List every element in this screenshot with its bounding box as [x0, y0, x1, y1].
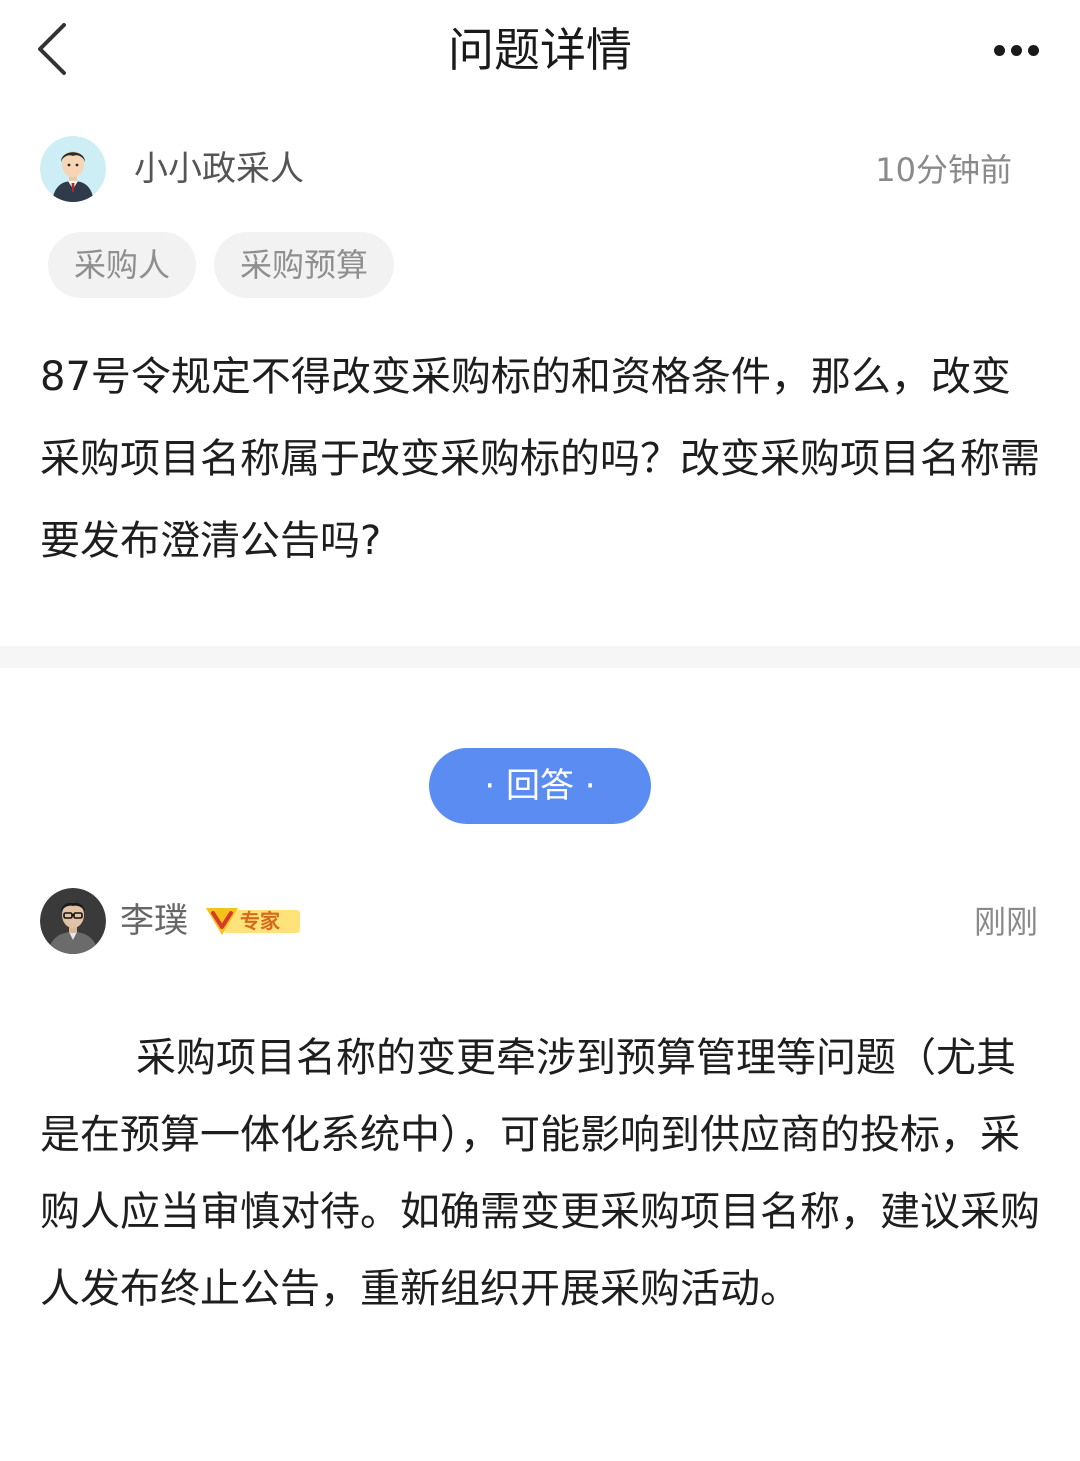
more-options-button[interactable] — [988, 30, 1044, 70]
tag-chip[interactable]: 采购人 — [48, 232, 197, 298]
user-avatar-icon — [40, 136, 106, 202]
top-navigation-bar: 问题详情 — [0, 0, 1080, 100]
tag-chip[interactable]: 采购预算 — [214, 232, 395, 298]
answer-section-label[interactable]: · 回答 · — [429, 748, 651, 824]
user-avatar-icon — [40, 888, 106, 954]
question-timestamp: 10分钟前 — [875, 151, 1012, 189]
more-dot-icon — [1027, 44, 1039, 56]
question-text: 87号令规定不得改变采购标的和资格条件，那么，改变采购项目名称属于改变采购标的吗… — [40, 354, 1040, 564]
question-author-row: 小小政采人 10分钟前 — [40, 136, 1040, 202]
answerer-avatar[interactable] — [40, 888, 106, 954]
section-divider — [0, 646, 1080, 668]
asker-name[interactable]: 小小政采人 — [134, 146, 304, 192]
question-tags: 采购人 采购预算 — [48, 232, 395, 298]
page-title: 问题详情 — [448, 23, 632, 77]
expert-badge: 专家 — [204, 905, 302, 937]
expert-label: 专家 — [240, 909, 280, 933]
answer-timestamp: 刚刚 — [973, 903, 1038, 941]
more-dot-icon — [993, 44, 1005, 56]
answer-author-row: 李璞 专家 刚刚 — [40, 888, 1040, 954]
more-dot-icon — [1010, 44, 1022, 56]
asker-avatar[interactable] — [40, 136, 106, 202]
answerer-name[interactable]: 李璞 — [120, 898, 188, 944]
answer-text: 采购项目名称的变更牵涉到预算管理等问题（尤其是在预算一体化系统中），可能影响到供… — [40, 1035, 1040, 1312]
